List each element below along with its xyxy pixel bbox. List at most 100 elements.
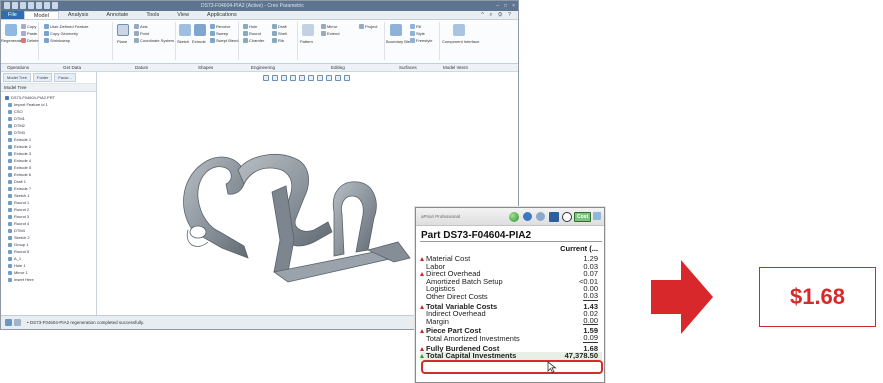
tab-analysis[interactable]: Analysis [59, 11, 97, 19]
cost-row[interactable]: Total Amortized Investments 0.09 [420, 334, 602, 343]
cost-row[interactable]: Total Capital Investments 47,378.50 [420, 352, 602, 360]
tab-model[interactable]: Model [23, 11, 59, 19]
boundary-blend-icon[interactable] [390, 24, 402, 36]
copy-geometry-button[interactable]: Copy Geometry [44, 31, 78, 36]
tree-item[interactable]: DTM2 [5, 122, 96, 129]
tab-view[interactable]: View [168, 11, 198, 19]
component-interface-button[interactable]: Component Interface [442, 39, 479, 44]
regenerate-button[interactable]: Regenerate [1, 38, 22, 43]
project-button[interactable]: Project [359, 24, 377, 29]
tab-favorites[interactable]: Favor... [54, 73, 76, 82]
component-interface-icon[interactable] [453, 24, 465, 36]
close-icon[interactable]: × [512, 1, 515, 11]
expand-triangle-icon[interactable] [420, 257, 424, 261]
extrude-button[interactable]: Extrude [192, 39, 206, 44]
tree-item[interactable]: Round 4 [5, 220, 96, 227]
udf-button[interactable]: User-Defined Feature [44, 24, 88, 29]
open-icon[interactable] [12, 2, 18, 9]
expand-triangle-icon[interactable] [420, 354, 424, 359]
shrinkwrap-button[interactable]: Shrinkwrap [44, 38, 70, 43]
style-button[interactable]: Style [410, 31, 425, 36]
help-icons[interactable]: ^ ⌕ ⚙ ? [481, 11, 518, 19]
tab-folder-browser[interactable]: Folder [33, 73, 53, 82]
sketch-button[interactable]: Sketch [177, 39, 189, 44]
tree-item[interactable]: Mirror 1 [5, 269, 96, 276]
extrude-icon[interactable] [194, 24, 206, 36]
expand-triangle-icon[interactable] [420, 272, 424, 277]
tree-item[interactable]: Extrude 7 [5, 185, 96, 192]
round-button[interactable]: Round [243, 31, 261, 36]
axis-button[interactable]: Axis [134, 24, 148, 29]
tree-item[interactable]: DS73-F04604-PIA2.PRT [5, 94, 96, 101]
tree-item[interactable]: Import Feature id 1 [5, 101, 96, 108]
revolve-button[interactable]: Revolve [210, 24, 230, 29]
chamfer-button[interactable]: Chamfer [243, 38, 264, 43]
status-grid-icon[interactable] [5, 319, 12, 326]
tree-item[interactable]: Extrude 5 [5, 164, 96, 171]
tree-item[interactable]: Round 2 [5, 206, 96, 213]
tree-item[interactable]: Extrude 4 [5, 157, 96, 164]
coord-sys-button[interactable]: Coordinate System [134, 38, 174, 43]
shell-button[interactable]: Shell [272, 31, 287, 36]
minimize-icon[interactable]: – [496, 1, 499, 11]
expand-triangle-icon[interactable] [420, 304, 424, 309]
cost-row[interactable]: Other Direct Costs 0.03 [420, 292, 602, 301]
file-menu[interactable]: File [1, 11, 24, 19]
freestyle-button[interactable]: Freestyle [410, 38, 432, 43]
save-icon[interactable] [549, 212, 559, 222]
swept-blend-button[interactable]: Swept Blend [210, 38, 238, 43]
extend-button[interactable]: Extend [321, 31, 339, 36]
fill-button[interactable]: Fill [410, 24, 421, 29]
compare-icon[interactable] [523, 212, 532, 221]
rib-button[interactable]: Rib [272, 38, 284, 43]
maximize-icon[interactable]: □ [504, 1, 507, 11]
tree-item[interactable]: Insert Here [5, 276, 96, 283]
save-icon[interactable] [20, 2, 26, 9]
tree-item[interactable]: Extrude 1 [5, 136, 96, 143]
sweep-button[interactable]: Sweep [210, 31, 228, 36]
tab-tools[interactable]: Tools [137, 11, 168, 19]
cost-button[interactable]: Cost [574, 212, 592, 222]
draft-button[interactable]: Draft [272, 24, 287, 29]
pattern-button[interactable]: Pattern [300, 39, 313, 44]
mirror-button[interactable]: Mirror [321, 24, 337, 29]
paste-button[interactable]: Paste [21, 31, 37, 36]
point-button[interactable]: Point [134, 31, 149, 36]
redo-icon[interactable] [36, 2, 42, 9]
tree-item[interactable]: Extrude 2 [5, 143, 96, 150]
filter-icon[interactable] [536, 212, 545, 221]
cost-row[interactable]: Material Cost 1.29 [420, 255, 602, 263]
tree-item[interactable]: A_1 [5, 255, 96, 262]
tree-item[interactable]: Sketch 1 [5, 192, 96, 199]
expand-triangle-icon[interactable] [420, 346, 424, 351]
plane-icon[interactable] [117, 24, 129, 36]
new-icon[interactable] [4, 2, 10, 9]
tree-item[interactable]: Extrude 6 [5, 171, 96, 178]
tree-item[interactable]: Draft 1 [5, 178, 96, 185]
copy-button[interactable]: Copy [21, 24, 36, 29]
regenerate-icon[interactable] [5, 24, 17, 36]
cost-row[interactable]: Margin 0.00 [420, 317, 602, 326]
pattern-icon[interactable] [302, 24, 314, 36]
regenerate-icon[interactable] [44, 2, 50, 9]
tree-item[interactable]: Round 5 [5, 248, 96, 255]
tab-annotate[interactable]: Annotate [97, 11, 137, 19]
tree-item[interactable]: DTM1 [5, 115, 96, 122]
tree-item[interactable]: Group 1 [5, 241, 96, 248]
tree-item[interactable]: Sketch 2 [5, 234, 96, 241]
window-icon[interactable] [593, 212, 601, 220]
plane-button[interactable]: Plane [117, 39, 127, 44]
tree-item[interactable]: Round 1 [5, 199, 96, 206]
tree-item[interactable]: DTM4 [5, 227, 96, 234]
sketch-icon[interactable] [179, 24, 191, 36]
hole-button[interactable]: Hole [243, 24, 257, 29]
tab-applications[interactable]: Applications [198, 11, 246, 19]
close-window-icon[interactable] [52, 2, 58, 9]
tree-item[interactable]: Extrude 3 [5, 150, 96, 157]
tree-item[interactable]: Hole 1 [5, 262, 96, 269]
expand-triangle-icon[interactable] [420, 329, 424, 334]
settings-icon[interactable] [562, 212, 572, 222]
tree-item[interactable]: Round 3 [5, 213, 96, 220]
status-window-icon[interactable] [14, 319, 21, 326]
tree-item[interactable]: DTM3 [5, 129, 96, 136]
